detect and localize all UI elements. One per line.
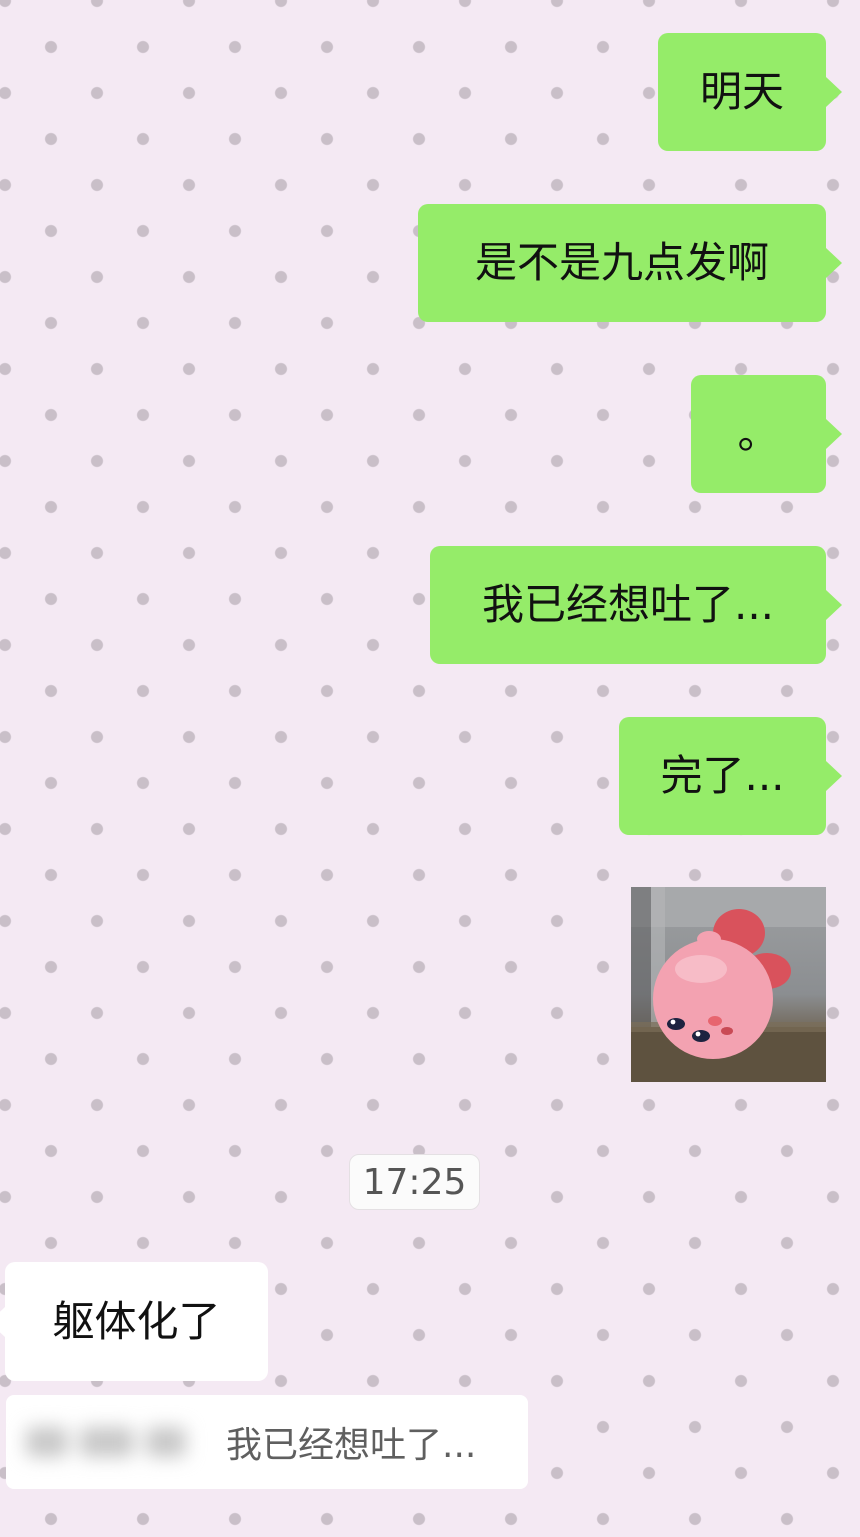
message-bubble-incoming[interactable]: 躯体化了 — [0, 1262, 268, 1381]
quoted-message[interactable]: 我已经想吐了... — [6, 1395, 528, 1489]
quoted-sender-blurred — [26, 1417, 196, 1467]
message-bubble-outgoing[interactable]: 。 — [691, 375, 842, 493]
quoted-message-text: 我已经想吐了... — [226, 1425, 477, 1466]
message-text: 我已经想吐了... — [481, 580, 775, 629]
message-bubble-outgoing[interactable]: 是不是九点发啊 — [418, 204, 842, 322]
message-bubble-outgoing[interactable]: 我已经想吐了... — [430, 546, 842, 664]
message-text: 。 — [737, 409, 780, 458]
message-text: 明天 — [699, 67, 784, 116]
message-text: 完了... — [660, 751, 785, 800]
message-text: 是不是九点发啊 — [474, 238, 769, 287]
timestamp-badge: 17:25 — [349, 1154, 480, 1210]
kirby-sticker-icon — [631, 887, 826, 1082]
message-bubble-outgoing[interactable]: 完了... — [619, 717, 842, 835]
timestamp-text: 17:25 — [362, 1161, 467, 1203]
message-bubble-outgoing[interactable]: 明天 — [658, 33, 842, 151]
message-text: 躯体化了 — [52, 1296, 221, 1346]
sticker-message[interactable] — [631, 887, 826, 1082]
chat-area[interactable]: 明天 是不是九点发啊 。 我已经想吐了... 完了... 17:25 躯体化了 … — [0, 0, 860, 1537]
